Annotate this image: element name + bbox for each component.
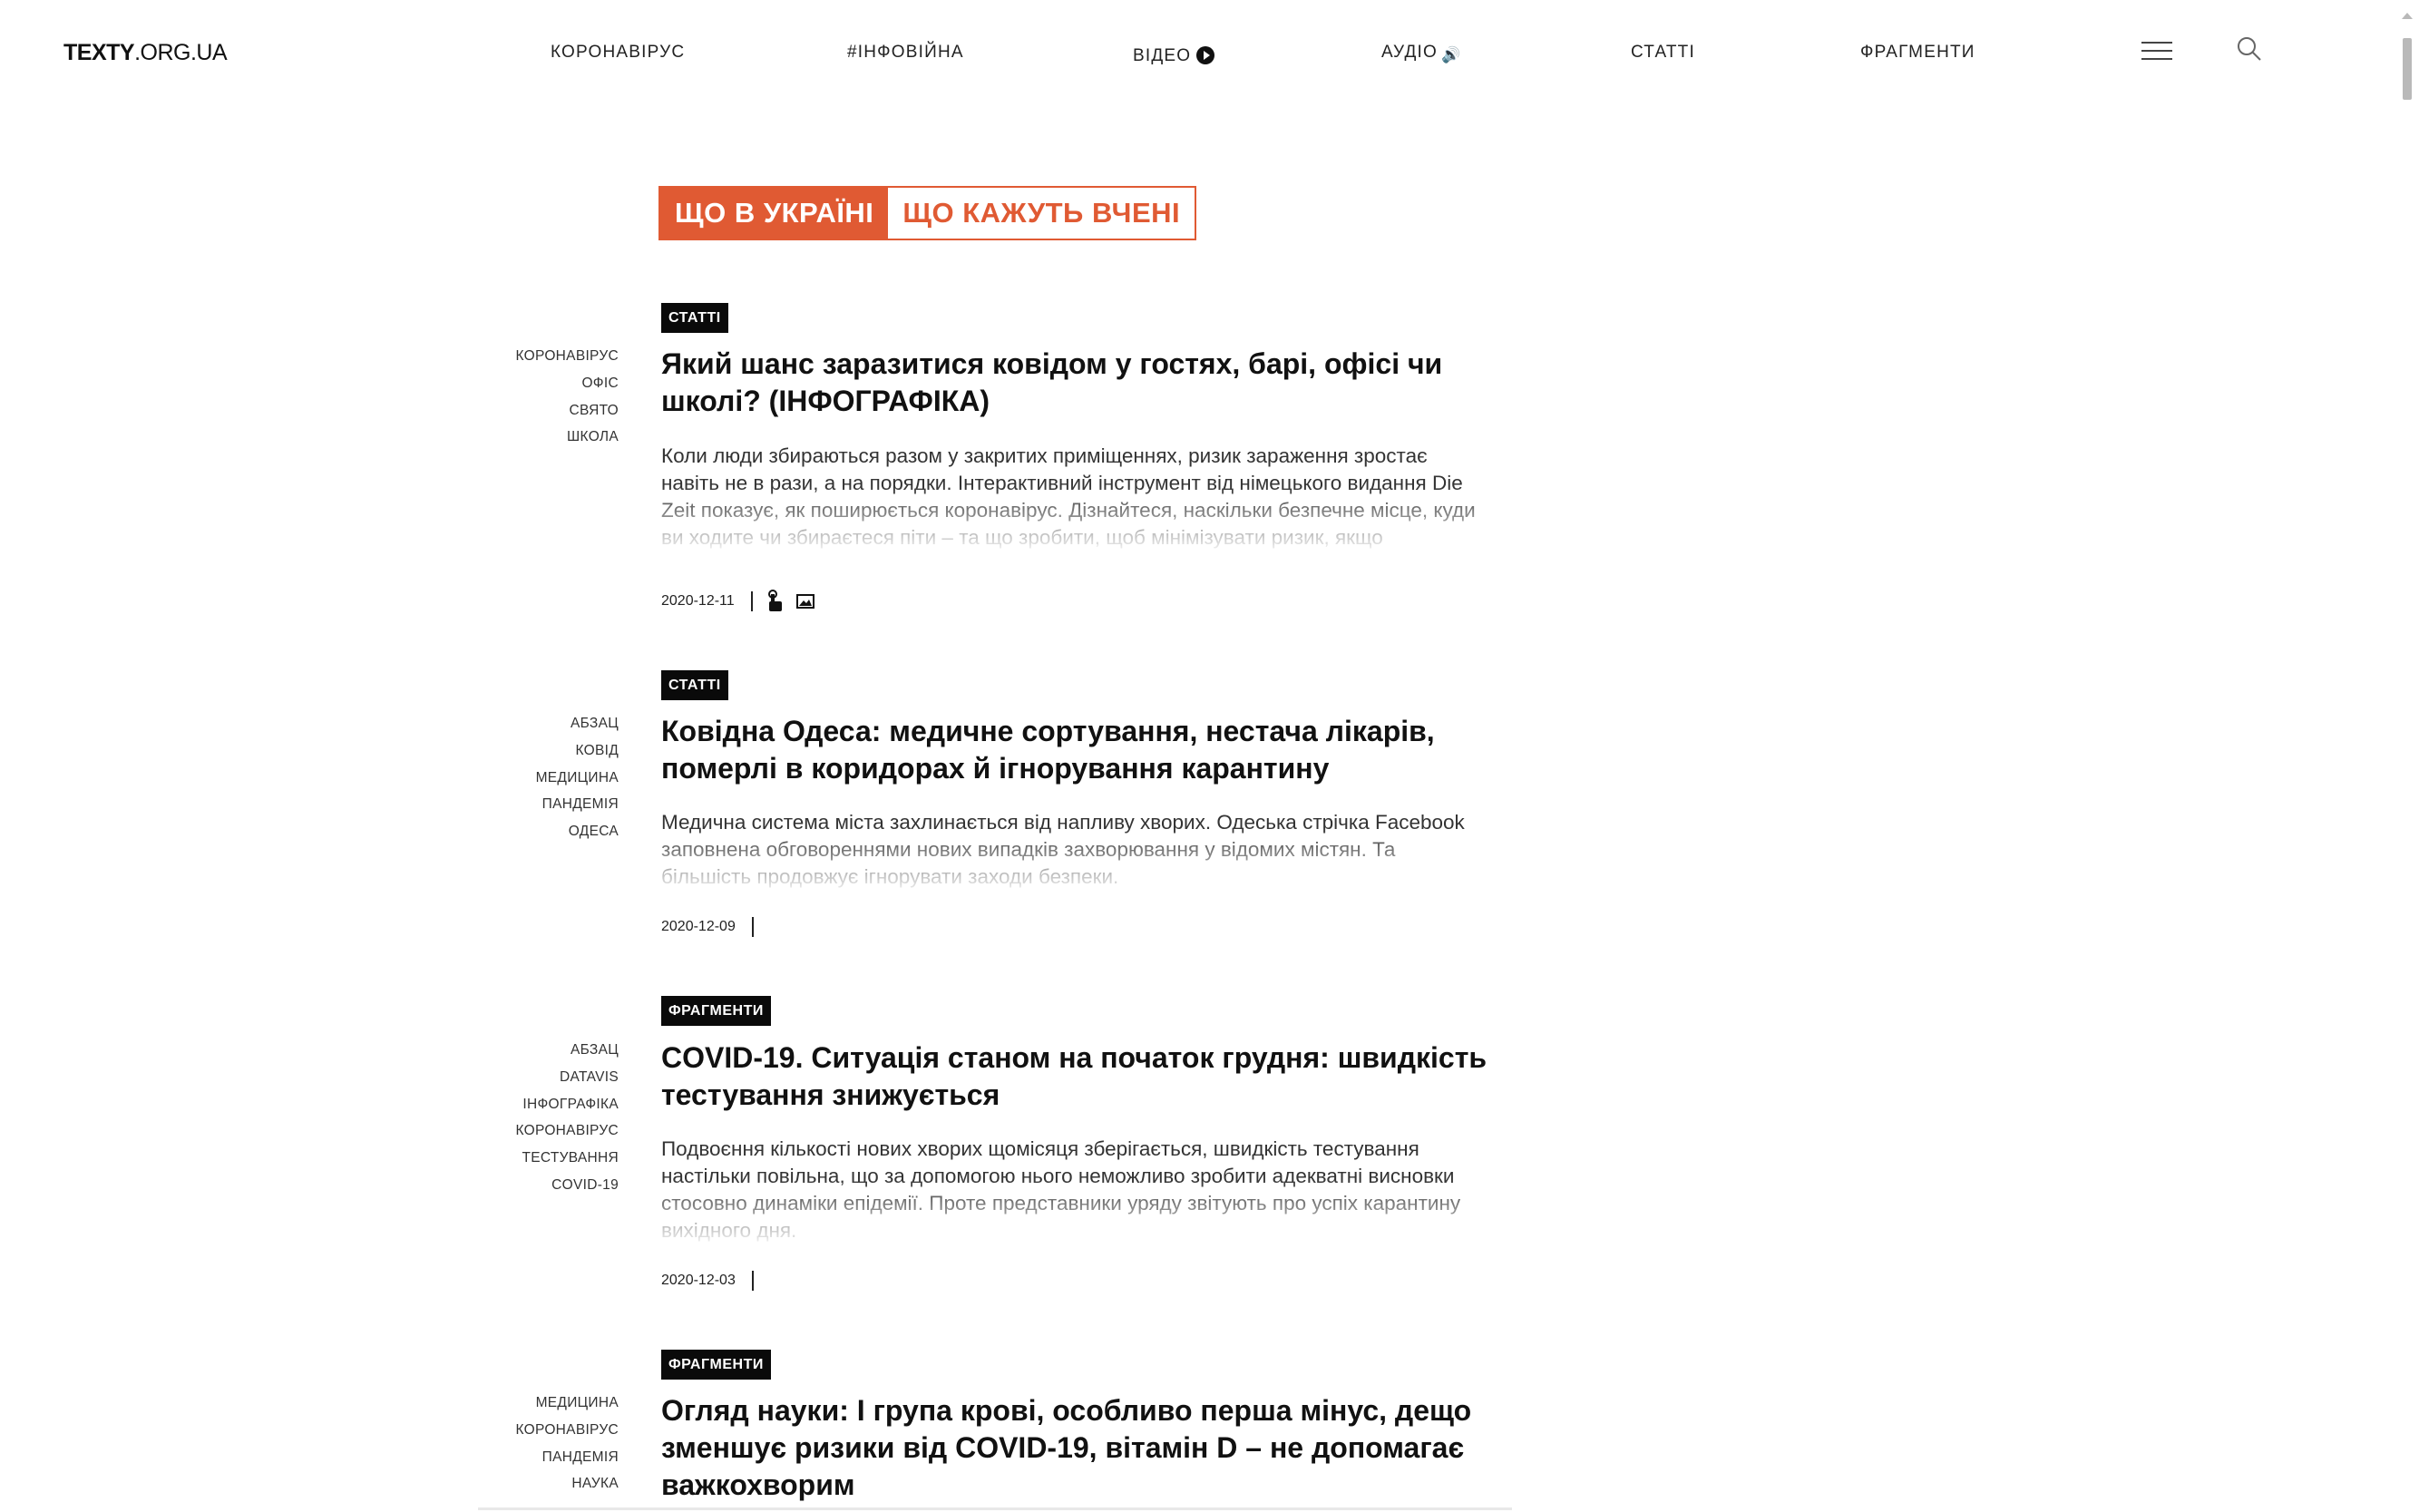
nav-label: АУДІО bbox=[1381, 43, 1438, 62]
tag-link[interactable]: КОВІД bbox=[490, 737, 619, 765]
tag-link[interactable]: ШКОЛА bbox=[490, 424, 619, 451]
section-tabs: ЩО В УКРАЇНІ ЩО КАЖУТЬ ВЧЕНІ bbox=[658, 186, 1197, 240]
category-badge[interactable]: ФРАГМЕНТИ bbox=[661, 996, 771, 1026]
tag-link[interactable]: ТЕСТУВАННЯ bbox=[490, 1145, 619, 1172]
category-badge[interactable]: СТАТТІ bbox=[661, 670, 728, 700]
article-meta: 2020-12-09 bbox=[661, 917, 754, 937]
site-logo[interactable]: TEXTY.ORG.UA bbox=[63, 40, 228, 66]
article-title[interactable]: COVID-19. Ситуація станом на початок гру… bbox=[661, 1039, 1505, 1114]
speaker-icon: 🔊 bbox=[1440, 46, 1462, 63]
article-meta: 2020-12-11 bbox=[661, 590, 814, 613]
scrollbar[interactable] bbox=[2395, 0, 2419, 1512]
tag-link[interactable]: COVID-19 bbox=[490, 1172, 619, 1199]
article-title[interactable]: Ковідна Одеса: медичне сортування, неста… bbox=[661, 713, 1505, 787]
tag-link[interactable]: ОДЕСА bbox=[490, 818, 619, 845]
tag-list: АБЗАЦ КОВІД МЕДИЦИНА ПАНДЕМІЯ ОДЕСА bbox=[490, 710, 619, 845]
meta-separator bbox=[751, 1271, 754, 1291]
nav-label: КОРОНАВІРУС bbox=[551, 43, 686, 62]
play-icon bbox=[1196, 46, 1215, 64]
tag-list: АБЗАЦ DATAVIS ІНФОГРАФІКА КОРОНАВІРУС ТЕ… bbox=[490, 1037, 619, 1199]
article-title[interactable]: Який шанс заразитися ковідом у гостях, б… bbox=[661, 346, 1505, 420]
scroll-up-arrow-icon[interactable] bbox=[2402, 13, 2413, 19]
excerpt-fade bbox=[661, 1179, 1487, 1243]
article-excerpt: Коли люди збираються разом у закритих пр… bbox=[661, 443, 1487, 550]
tab-ukraine[interactable]: ЩО В УКРАЇНІ bbox=[660, 188, 889, 239]
tag-link[interactable]: ОФІС bbox=[490, 370, 619, 397]
tag-link[interactable]: МЕДИЦИНА bbox=[490, 765, 619, 792]
category-badge[interactable]: ФРАГМЕНТИ bbox=[661, 1350, 771, 1380]
logo-domain: .ORG.UA bbox=[134, 40, 228, 65]
search-icon[interactable] bbox=[2237, 36, 2262, 62]
content-bottom-divider bbox=[478, 1507, 1512, 1510]
touch-icon bbox=[767, 590, 782, 611]
nav-item-articles[interactable]: СТАТТІ bbox=[1631, 43, 1695, 63]
tag-list: МЕДИЦИНА КОРОНАВІРУС ПАНДЕМІЯ НАУКА bbox=[490, 1390, 619, 1497]
tag-link[interactable]: ПАНДЕМІЯ bbox=[490, 791, 619, 818]
tag-list: КОРОНАВІРУС ОФІС СВЯТО ШКОЛА bbox=[490, 343, 619, 451]
nav-label: ВІДЕО bbox=[1133, 46, 1192, 65]
tag-link[interactable]: АБЗАЦ bbox=[490, 710, 619, 737]
excerpt-fade bbox=[661, 827, 1487, 891]
tag-link[interactable]: АБЗАЦ bbox=[490, 1037, 619, 1064]
meta-separator bbox=[750, 591, 753, 611]
article-excerpt: Медична система міста захлинається від н… bbox=[661, 809, 1487, 891]
article-date: 2020-12-09 bbox=[661, 919, 736, 934]
nav-label: СТАТТІ bbox=[1631, 43, 1695, 62]
image-icon bbox=[795, 594, 814, 609]
scrollbar-thumb[interactable] bbox=[2403, 38, 2412, 100]
logo-bold: TEXTY bbox=[63, 40, 135, 65]
tag-link[interactable]: ІНФОГРАФІКА bbox=[490, 1091, 619, 1118]
tag-link[interactable]: DATAVIS bbox=[490, 1064, 619, 1091]
article-date: 2020-12-03 bbox=[661, 1273, 736, 1288]
tag-link[interactable]: НАУКА bbox=[490, 1470, 619, 1497]
article-date: 2020-12-11 bbox=[661, 593, 735, 609]
article-meta: 2020-12-03 bbox=[661, 1271, 754, 1291]
tag-link[interactable]: КОРОНАВІРУС bbox=[490, 343, 619, 370]
tag-link[interactable]: МЕДИЦИНА bbox=[490, 1390, 619, 1417]
tag-link[interactable]: КОРОНАВІРУС bbox=[490, 1417, 619, 1444]
tag-link[interactable]: СВЯТО bbox=[490, 397, 619, 424]
tag-link[interactable]: ПАНДЕМІЯ bbox=[490, 1444, 619, 1471]
tag-link[interactable]: КОРОНАВІРУС bbox=[490, 1117, 619, 1145]
category-badge[interactable]: СТАТТІ bbox=[661, 303, 728, 333]
article-title[interactable]: Огляд науки: I група крові, особливо пер… bbox=[661, 1392, 1505, 1504]
article-excerpt: Подвоєння кількості нових хворих щомісяц… bbox=[661, 1136, 1487, 1243]
nav-label: ФРАГМЕНТИ bbox=[1860, 43, 1975, 62]
nav-item-infowar[interactable]: #ІНФОВІЙНА bbox=[847, 43, 964, 63]
nav-item-coronavirus[interactable]: КОРОНАВІРУС bbox=[551, 43, 685, 63]
menu-icon[interactable] bbox=[2141, 42, 2172, 60]
meta-separator bbox=[751, 917, 754, 937]
excerpt-fade bbox=[661, 486, 1487, 550]
tab-scientists[interactable]: ЩО КАЖУТЬ ВЧЕНІ bbox=[888, 188, 1195, 239]
nav-item-audio[interactable]: АУДІО 🔊 bbox=[1381, 43, 1461, 63]
nav-label: #ІНФОВІЙНА bbox=[847, 43, 964, 62]
nav-item-video[interactable]: ВІДЕО bbox=[1133, 43, 1215, 66]
nav-item-fragments[interactable]: ФРАГМЕНТИ bbox=[1860, 43, 1975, 63]
